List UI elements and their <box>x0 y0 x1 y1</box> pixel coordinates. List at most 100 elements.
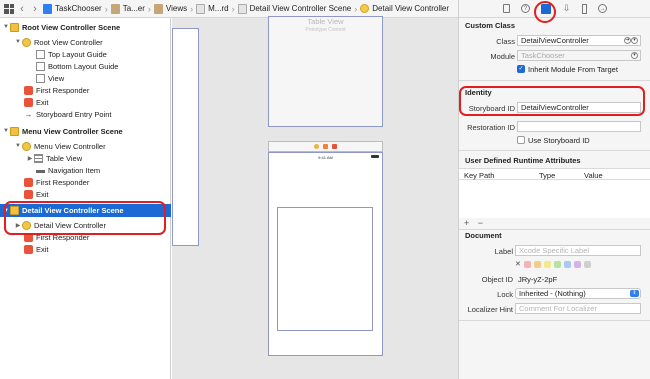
forward-arrow-icon[interactable]: › <box>30 3 40 15</box>
scene-frame-partial[interactable] <box>172 28 199 246</box>
swatch-red[interactable] <box>523 260 531 268</box>
document-outline: ▼ Root View Controller Scene ▼ Root View… <box>0 18 171 379</box>
outline-scene-root[interactable]: ▼ Root View Controller Scene <box>0 21 171 33</box>
column-header-value[interactable]: Value <box>584 171 603 180</box>
class-value: DetailViewController <box>521 36 589 45</box>
first-responder-icon[interactable] <box>323 144 328 149</box>
scene-icon <box>10 22 19 32</box>
jumpbar-item-storyboard[interactable]: M...rd <box>208 4 228 13</box>
exit-icon <box>24 244 33 254</box>
storyboard-file-icon <box>237 3 247 14</box>
disclosure-open-icon[interactable]: ▼ <box>2 128 10 134</box>
disclosure-closed-icon[interactable]: ▶ <box>26 155 34 162</box>
scene-dock-bar[interactable] <box>268 141 383 152</box>
storyboard-canvas[interactable]: Table View Prototype Content 9:41 AM <box>172 16 458 379</box>
status-bar-time: 9:41 AM <box>318 155 333 160</box>
disclosure-open-icon[interactable]: ▼ <box>14 39 22 45</box>
clear-color-icon[interactable]: ✕ <box>515 260 521 268</box>
section-divider <box>459 80 650 81</box>
chevron-right-icon: › <box>231 3 235 14</box>
first-responder-icon <box>24 85 33 95</box>
attributes-inspector-icon[interactable]: ⇩ <box>562 3 571 14</box>
size-inspector-icon[interactable] <box>582 3 587 14</box>
add-remove-buttons[interactable]: + − <box>464 218 486 228</box>
chevron-down-icon[interactable]: ▾ <box>631 52 638 59</box>
swatch-blue[interactable] <box>563 260 571 268</box>
disclosure-open-icon[interactable]: ▼ <box>2 24 10 30</box>
class-label: Class <box>496 37 515 46</box>
column-header-key-path[interactable]: Key Path <box>464 171 494 180</box>
lock-select[interactable]: Inherited - (Nothing) ⇕ <box>515 288 641 299</box>
outline-row-label: Exit <box>36 189 49 199</box>
annotation-highlight-identity <box>459 86 645 116</box>
chevron-updown-icon[interactable]: ⇕ <box>630 290 639 297</box>
layout-guide-icon <box>36 61 45 71</box>
jumpbar-item-project[interactable]: TaskChooser <box>55 4 102 13</box>
inherit-module-label: Inherit Module From Target <box>528 65 618 74</box>
table-view-subtitle: Prototype Content <box>305 27 346 33</box>
file-inspector-icon[interactable] <box>503 4 510 13</box>
label-field[interactable]: Xcode Specific Label <box>515 245 641 256</box>
chevron-right-icon: › <box>104 3 108 14</box>
restoration-id-field[interactable] <box>517 121 641 132</box>
runtime-attributes-header: Key Path Type Value <box>459 168 650 180</box>
column-header-type[interactable]: Type <box>539 171 555 180</box>
outline-row-label: Menu View Controller <box>34 141 106 151</box>
exit-icon <box>24 97 33 107</box>
table-view-scene-frame[interactable]: Table View Prototype Content <box>268 16 383 127</box>
jump-arrow-icon[interactable]: ➔ <box>624 37 631 44</box>
class-field[interactable]: DetailViewController ➔ ▾ <box>517 35 641 46</box>
outline-item-exit[interactable]: Exit <box>0 96 171 108</box>
folder-icon <box>110 3 120 14</box>
outline-row-label: Top Layout Guide <box>48 49 107 59</box>
swatch-green[interactable] <box>553 260 561 268</box>
outline-item-exit[interactable]: Exit <box>0 243 171 255</box>
back-arrow-icon[interactable]: ‹ <box>17 3 27 15</box>
outline-item-table-view[interactable]: ▶ Table View <box>0 152 171 164</box>
module-value: TaskChooser <box>521 51 565 60</box>
outline-item-menu-vc[interactable]: ▼ Menu View Controller <box>0 140 171 152</box>
related-items-grid-icon[interactable] <box>4 3 14 14</box>
swatch-yellow[interactable] <box>543 260 551 268</box>
swatch-purple[interactable] <box>573 260 581 268</box>
outline-item-exit[interactable]: Exit <box>0 188 171 200</box>
section-header: Document <box>465 231 502 240</box>
outline-row-label: Exit <box>36 244 49 254</box>
quick-help-icon[interactable]: ? <box>521 4 530 13</box>
table-view-icon <box>34 153 43 163</box>
view-controller-icon <box>22 141 31 151</box>
outline-row-label: First Responder <box>36 177 90 187</box>
use-storyboard-id-label: Use Storyboard ID <box>528 136 590 145</box>
localizer-hint-field[interactable]: Comment For Localizer <box>515 303 641 314</box>
jumpbar-item-views[interactable]: Views <box>166 4 187 13</box>
outline-item-first-responder[interactable]: First Responder <box>0 176 171 188</box>
outline-row-label: Bottom Layout Guide <box>48 61 119 71</box>
outline-item-first-responder[interactable]: First Responder <box>0 84 171 96</box>
use-storyboard-id-checkbox[interactable] <box>517 136 525 144</box>
outline-item-view[interactable]: View <box>0 72 171 84</box>
detail-scene-frame[interactable]: 9:41 AM <box>268 152 383 356</box>
outline-item-navigation-item[interactable]: Navigation Item <box>0 164 171 176</box>
jumpbar-item-controller[interactable]: Detail View Controller <box>372 4 449 13</box>
outline-row-label: Table View <box>46 153 83 163</box>
outline-item-bottom-layout-guide[interactable]: Bottom Layout Guide <box>0 60 171 72</box>
swatch-gray[interactable] <box>583 260 591 268</box>
inner-view-frame[interactable] <box>277 207 373 331</box>
view-controller-icon[interactable] <box>314 144 319 149</box>
section-divider <box>459 320 650 321</box>
inherit-module-checkbox[interactable]: ✓ <box>517 65 525 73</box>
label-label: Label <box>494 247 513 256</box>
outline-scene-menu[interactable]: ▼ Menu View Controller Scene <box>0 125 171 137</box>
jumpbar-item-scene[interactable]: Detail View Controller Scene <box>250 4 352 13</box>
exit-icon[interactable] <box>332 144 337 149</box>
outline-item-root-vc[interactable]: ▼ Root View Controller <box>0 36 171 48</box>
jumpbar-item-group[interactable]: Ta...er <box>123 4 145 13</box>
connections-inspector-icon[interactable]: → <box>598 4 607 13</box>
outline-item-entry-point[interactable]: → Storyboard Entry Point <box>0 108 171 120</box>
disclosure-open-icon[interactable]: ▼ <box>14 143 22 149</box>
swatch-orange[interactable] <box>533 260 541 268</box>
module-field[interactable]: TaskChooser ▾ <box>517 50 641 61</box>
chevron-down-icon[interactable]: ▾ <box>631 37 638 44</box>
outline-item-top-layout-guide[interactable]: Top Layout Guide <box>0 48 171 60</box>
runtime-attributes-table[interactable] <box>459 180 650 218</box>
